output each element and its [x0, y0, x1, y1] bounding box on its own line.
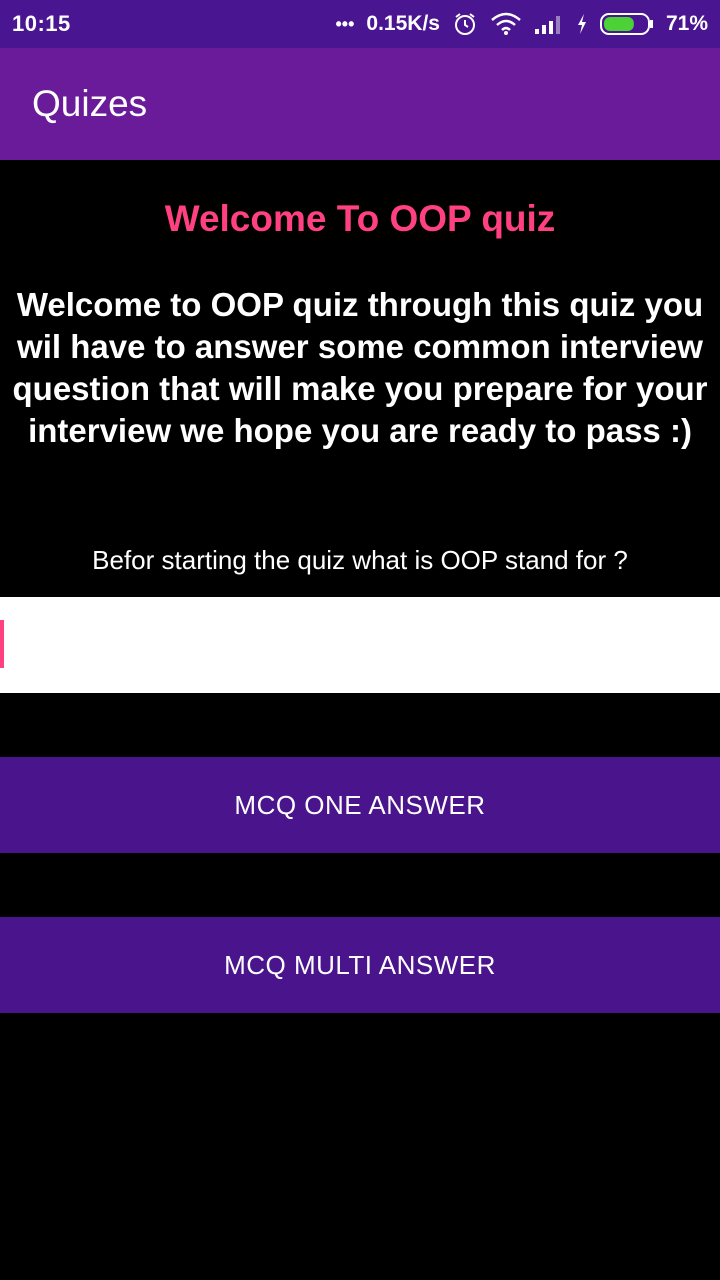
charging-icon — [576, 13, 588, 35]
signal-icon — [534, 13, 564, 35]
battery-percent: 71% — [665, 12, 708, 35]
question-label: Befor starting the quiz what is OOP stan… — [92, 545, 628, 575]
welcome-title: Welcome To OOP quiz — [164, 198, 556, 239]
alarm-icon — [452, 11, 478, 37]
intro-text: Welcome to OOP quiz through this quiz yo… — [12, 286, 708, 449]
wifi-icon — [490, 12, 522, 36]
battery-icon — [599, 12, 654, 36]
network-speed: 0.15K/s — [366, 12, 440, 35]
status-icons: ••• 0.15K/s 71% — [335, 11, 708, 37]
app-bar: Quizes — [0, 48, 720, 160]
mcq-one-answer-button[interactable]: MCQ ONE ANSWER — [0, 757, 720, 853]
status-time: 10:15 — [12, 11, 71, 36]
status-bar: 10:15 ••• 0.15K/s 71% — [0, 0, 720, 48]
notification-dots: ••• — [335, 13, 355, 34]
mcq-multi-answer-button[interactable]: MCQ MULTI ANSWER — [0, 917, 720, 1013]
page-title: Quizes — [32, 83, 148, 124]
text-cursor — [0, 620, 4, 668]
answer-input[interactable] — [0, 597, 720, 693]
